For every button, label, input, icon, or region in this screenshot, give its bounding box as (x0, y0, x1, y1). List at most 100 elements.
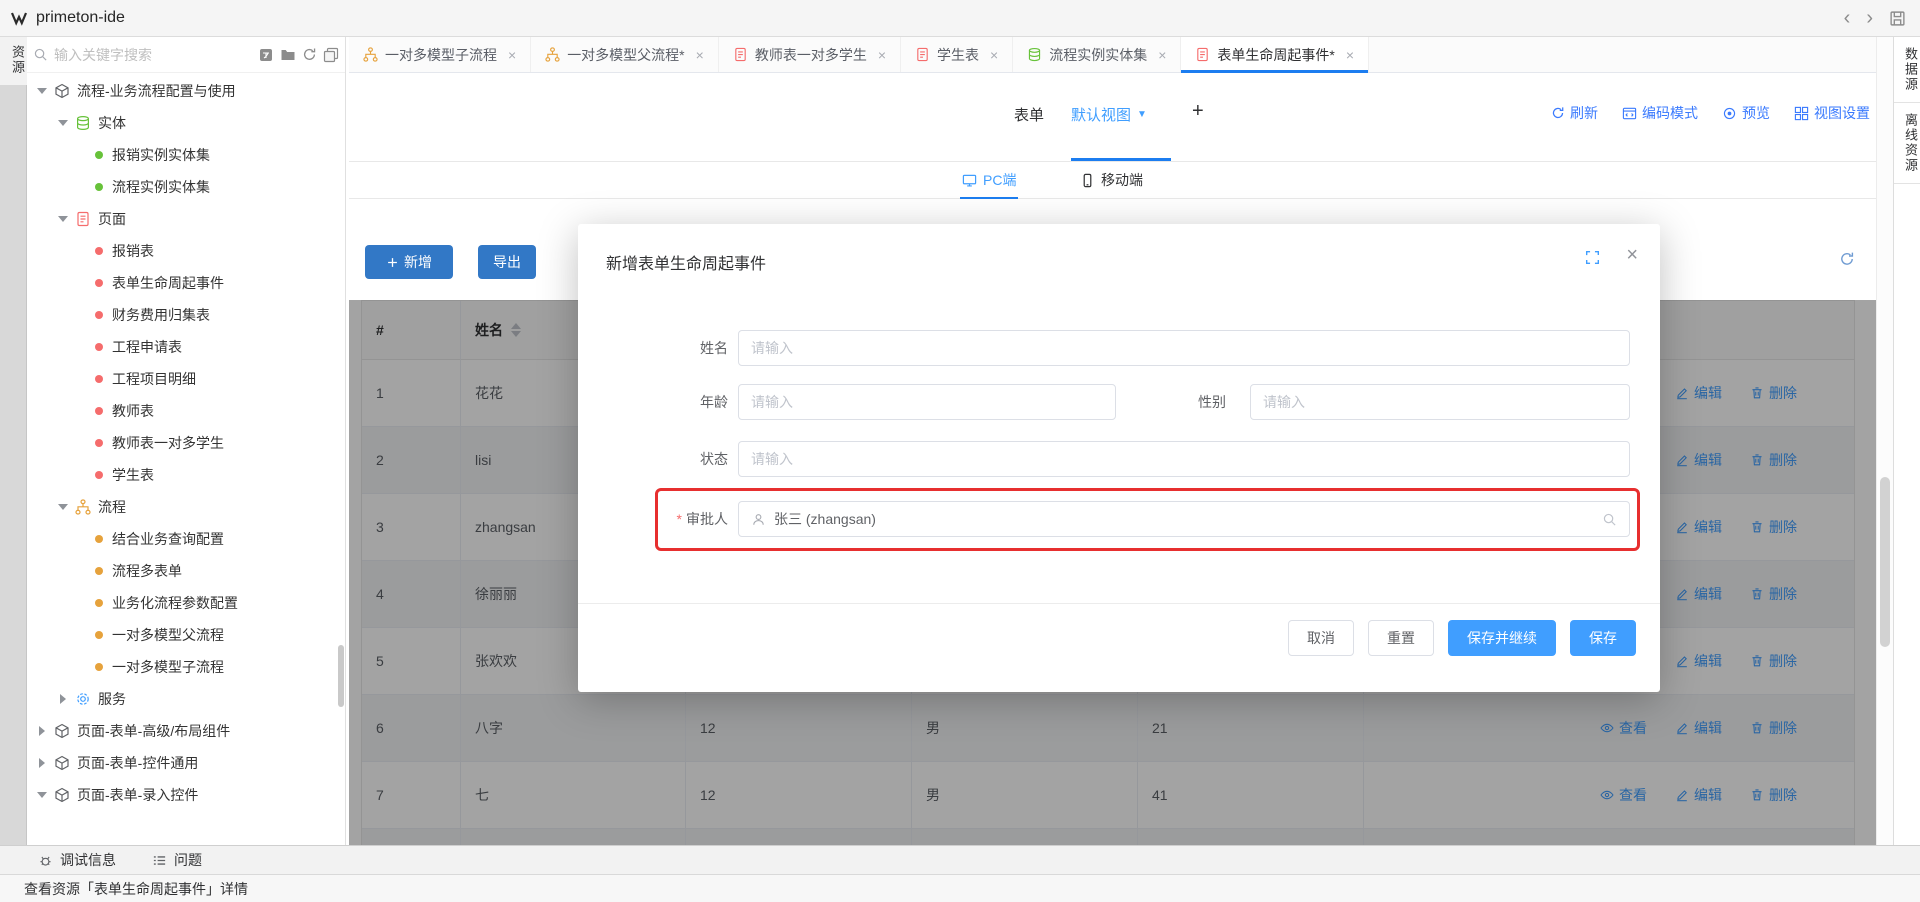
name-field[interactable] (738, 330, 1630, 366)
tree-item[interactable]: 教师表一对多学生 (27, 427, 345, 459)
code-mode-button[interactable]: 编码模式 (1622, 103, 1698, 123)
refresh-button[interactable]: 刷新 (1551, 103, 1598, 123)
editor-tab[interactable]: 流程实例实体集× (1013, 37, 1181, 72)
close-dialog-icon[interactable]: × (1626, 244, 1638, 267)
tab-pc[interactable]: PC端 (962, 170, 1016, 190)
tree-item[interactable]: 工程项目明细 (27, 363, 345, 395)
search-icon (33, 47, 48, 62)
plus-icon (386, 256, 399, 269)
tab-mobile[interactable]: 移动端 (1080, 170, 1143, 190)
tree-item[interactable]: 实体 (27, 107, 345, 139)
save-button[interactable]: 保存 (1570, 620, 1636, 656)
page-dot-icon (95, 375, 103, 383)
tree-item[interactable]: 流程-业务流程配置与使用 (27, 75, 345, 107)
editor-tab[interactable]: 一对多模型子流程× (349, 37, 531, 72)
tree-item[interactable]: 流程实例实体集 (27, 171, 345, 203)
tree-item[interactable]: 页面-表单-高级/布局组件 (27, 715, 345, 747)
scrollbar-thumb[interactable] (1880, 477, 1890, 647)
rail-tab-datasource[interactable]: 数据源 (1894, 37, 1920, 103)
age-field[interactable] (738, 384, 1116, 420)
save-icon[interactable] (1889, 10, 1906, 27)
database-icon (75, 115, 91, 131)
tree-item[interactable]: 一对多模型子流程 (27, 651, 345, 683)
page-icon (75, 211, 91, 227)
export-button[interactable]: 导出 (478, 245, 536, 279)
caret-down-icon[interactable] (35, 88, 49, 94)
tree-item[interactable]: 业务化流程参数配置 (27, 587, 345, 619)
close-tab-icon[interactable]: × (696, 47, 704, 63)
page-icon (1195, 47, 1210, 62)
preview-button[interactable]: 预览 (1722, 103, 1770, 123)
field-row-age-gender: 年龄 性别 (578, 384, 1660, 420)
search-input[interactable] (54, 47, 258, 63)
caret-down-icon[interactable] (56, 120, 70, 126)
grid-refresh-icon[interactable] (1839, 251, 1855, 267)
close-tab-icon[interactable]: × (878, 47, 886, 63)
editor-tab[interactable]: 学生表× (901, 37, 1013, 72)
rail-tab-offline[interactable]: 离线资源 (1894, 103, 1920, 184)
tree-item[interactable]: 页面-表单-控件通用 (27, 747, 345, 779)
tree-item[interactable]: 流程多表单 (27, 555, 345, 587)
status-field[interactable] (738, 441, 1630, 477)
tree-item[interactable]: 流程 (27, 491, 345, 523)
save-continue-button[interactable]: 保存并继续 (1448, 620, 1556, 656)
refresh-icon (1551, 106, 1565, 120)
reset-button[interactable]: 重置 (1368, 620, 1434, 656)
fullscreen-icon[interactable] (1585, 250, 1600, 265)
right-rail: 数据源 离线资源 (1893, 37, 1920, 845)
new-folder-icon[interactable] (280, 47, 296, 63)
caret-down-icon[interactable] (56, 504, 70, 510)
cancel-button[interactable]: 取消 (1288, 620, 1354, 656)
tree-item[interactable]: 表单生命周起事件 (27, 267, 345, 299)
debug-info-tab[interactable]: 调试信息 (38, 850, 116, 870)
tree-item[interactable]: 工程申请表 (27, 331, 345, 363)
person-icon (751, 512, 766, 527)
close-tab-icon[interactable]: × (1346, 47, 1354, 63)
tree-item[interactable]: 页面 (27, 203, 345, 235)
entity-dot-icon (95, 183, 103, 191)
flow-dot-icon (95, 599, 103, 607)
tree-item[interactable]: 一对多模型父流程 (27, 619, 345, 651)
tree-item[interactable]: 学生表 (27, 459, 345, 491)
close-tab-icon[interactable]: × (508, 47, 516, 63)
refresh-tree-icon[interactable] (302, 47, 317, 62)
approver-value: 张三 (zhangsan) (774, 509, 876, 529)
editor-tab[interactable]: 教师表一对多学生× (719, 37, 901, 72)
add-button[interactable]: 新增 (365, 245, 453, 279)
caret-right-icon[interactable] (56, 694, 70, 704)
tree-item[interactable]: 报销实例实体集 (27, 139, 345, 171)
collapse-all-icon[interactable] (323, 47, 339, 63)
tree-item[interactable]: 服务 (27, 683, 345, 715)
add-view-button[interactable]: + (1192, 100, 1204, 123)
sidebar-scrollbar[interactable] (338, 645, 344, 707)
tree-item[interactable]: 教师表 (27, 395, 345, 427)
tree-item[interactable]: 财务费用归集表 (27, 299, 345, 331)
caret-right-icon[interactable] (35, 758, 49, 768)
tree-item[interactable]: 报销表 (27, 235, 345, 267)
editor-tab-active[interactable]: 表单生命周起事件*× (1181, 37, 1369, 72)
problems-tab[interactable]: 问题 (152, 850, 202, 870)
editor-tab[interactable]: 一对多模型父流程*× (531, 37, 719, 72)
tree-item[interactable]: 页面-表单-录入控件 (27, 779, 345, 811)
close-tab-icon[interactable]: × (990, 47, 998, 63)
status-label: 状态 (578, 441, 728, 477)
forward-icon[interactable]: › (1866, 10, 1873, 26)
editor-tabstrip: 一对多模型子流程× 一对多模型父流程*× 教师表一对多学生× 学生表× 流程实例… (349, 37, 1876, 73)
gender-field[interactable] (1250, 384, 1630, 420)
tree-item[interactable]: 结合业务查询配置 (27, 523, 345, 555)
search-icon[interactable] (1602, 512, 1617, 527)
view-settings-button[interactable]: 视图设置 (1794, 103, 1870, 123)
view-selector[interactable]: 默认视图▼ (1071, 104, 1147, 125)
caret-right-icon[interactable] (35, 726, 49, 736)
approver-field[interactable]: 张三 (zhangsan) (738, 501, 1630, 537)
main-scrollbar[interactable] (1876, 37, 1893, 845)
close-tab-icon[interactable]: × (1158, 47, 1166, 63)
caret-down-icon[interactable] (56, 216, 70, 222)
locale-file-icon[interactable] (258, 47, 274, 63)
flow-icon (545, 47, 560, 62)
back-icon[interactable]: ‹ (1844, 10, 1851, 26)
rail-tab-resources[interactable]: 资源 (0, 37, 27, 85)
code-icon (1622, 106, 1637, 121)
grid-icon (1794, 106, 1809, 121)
caret-down-icon[interactable] (35, 792, 49, 798)
